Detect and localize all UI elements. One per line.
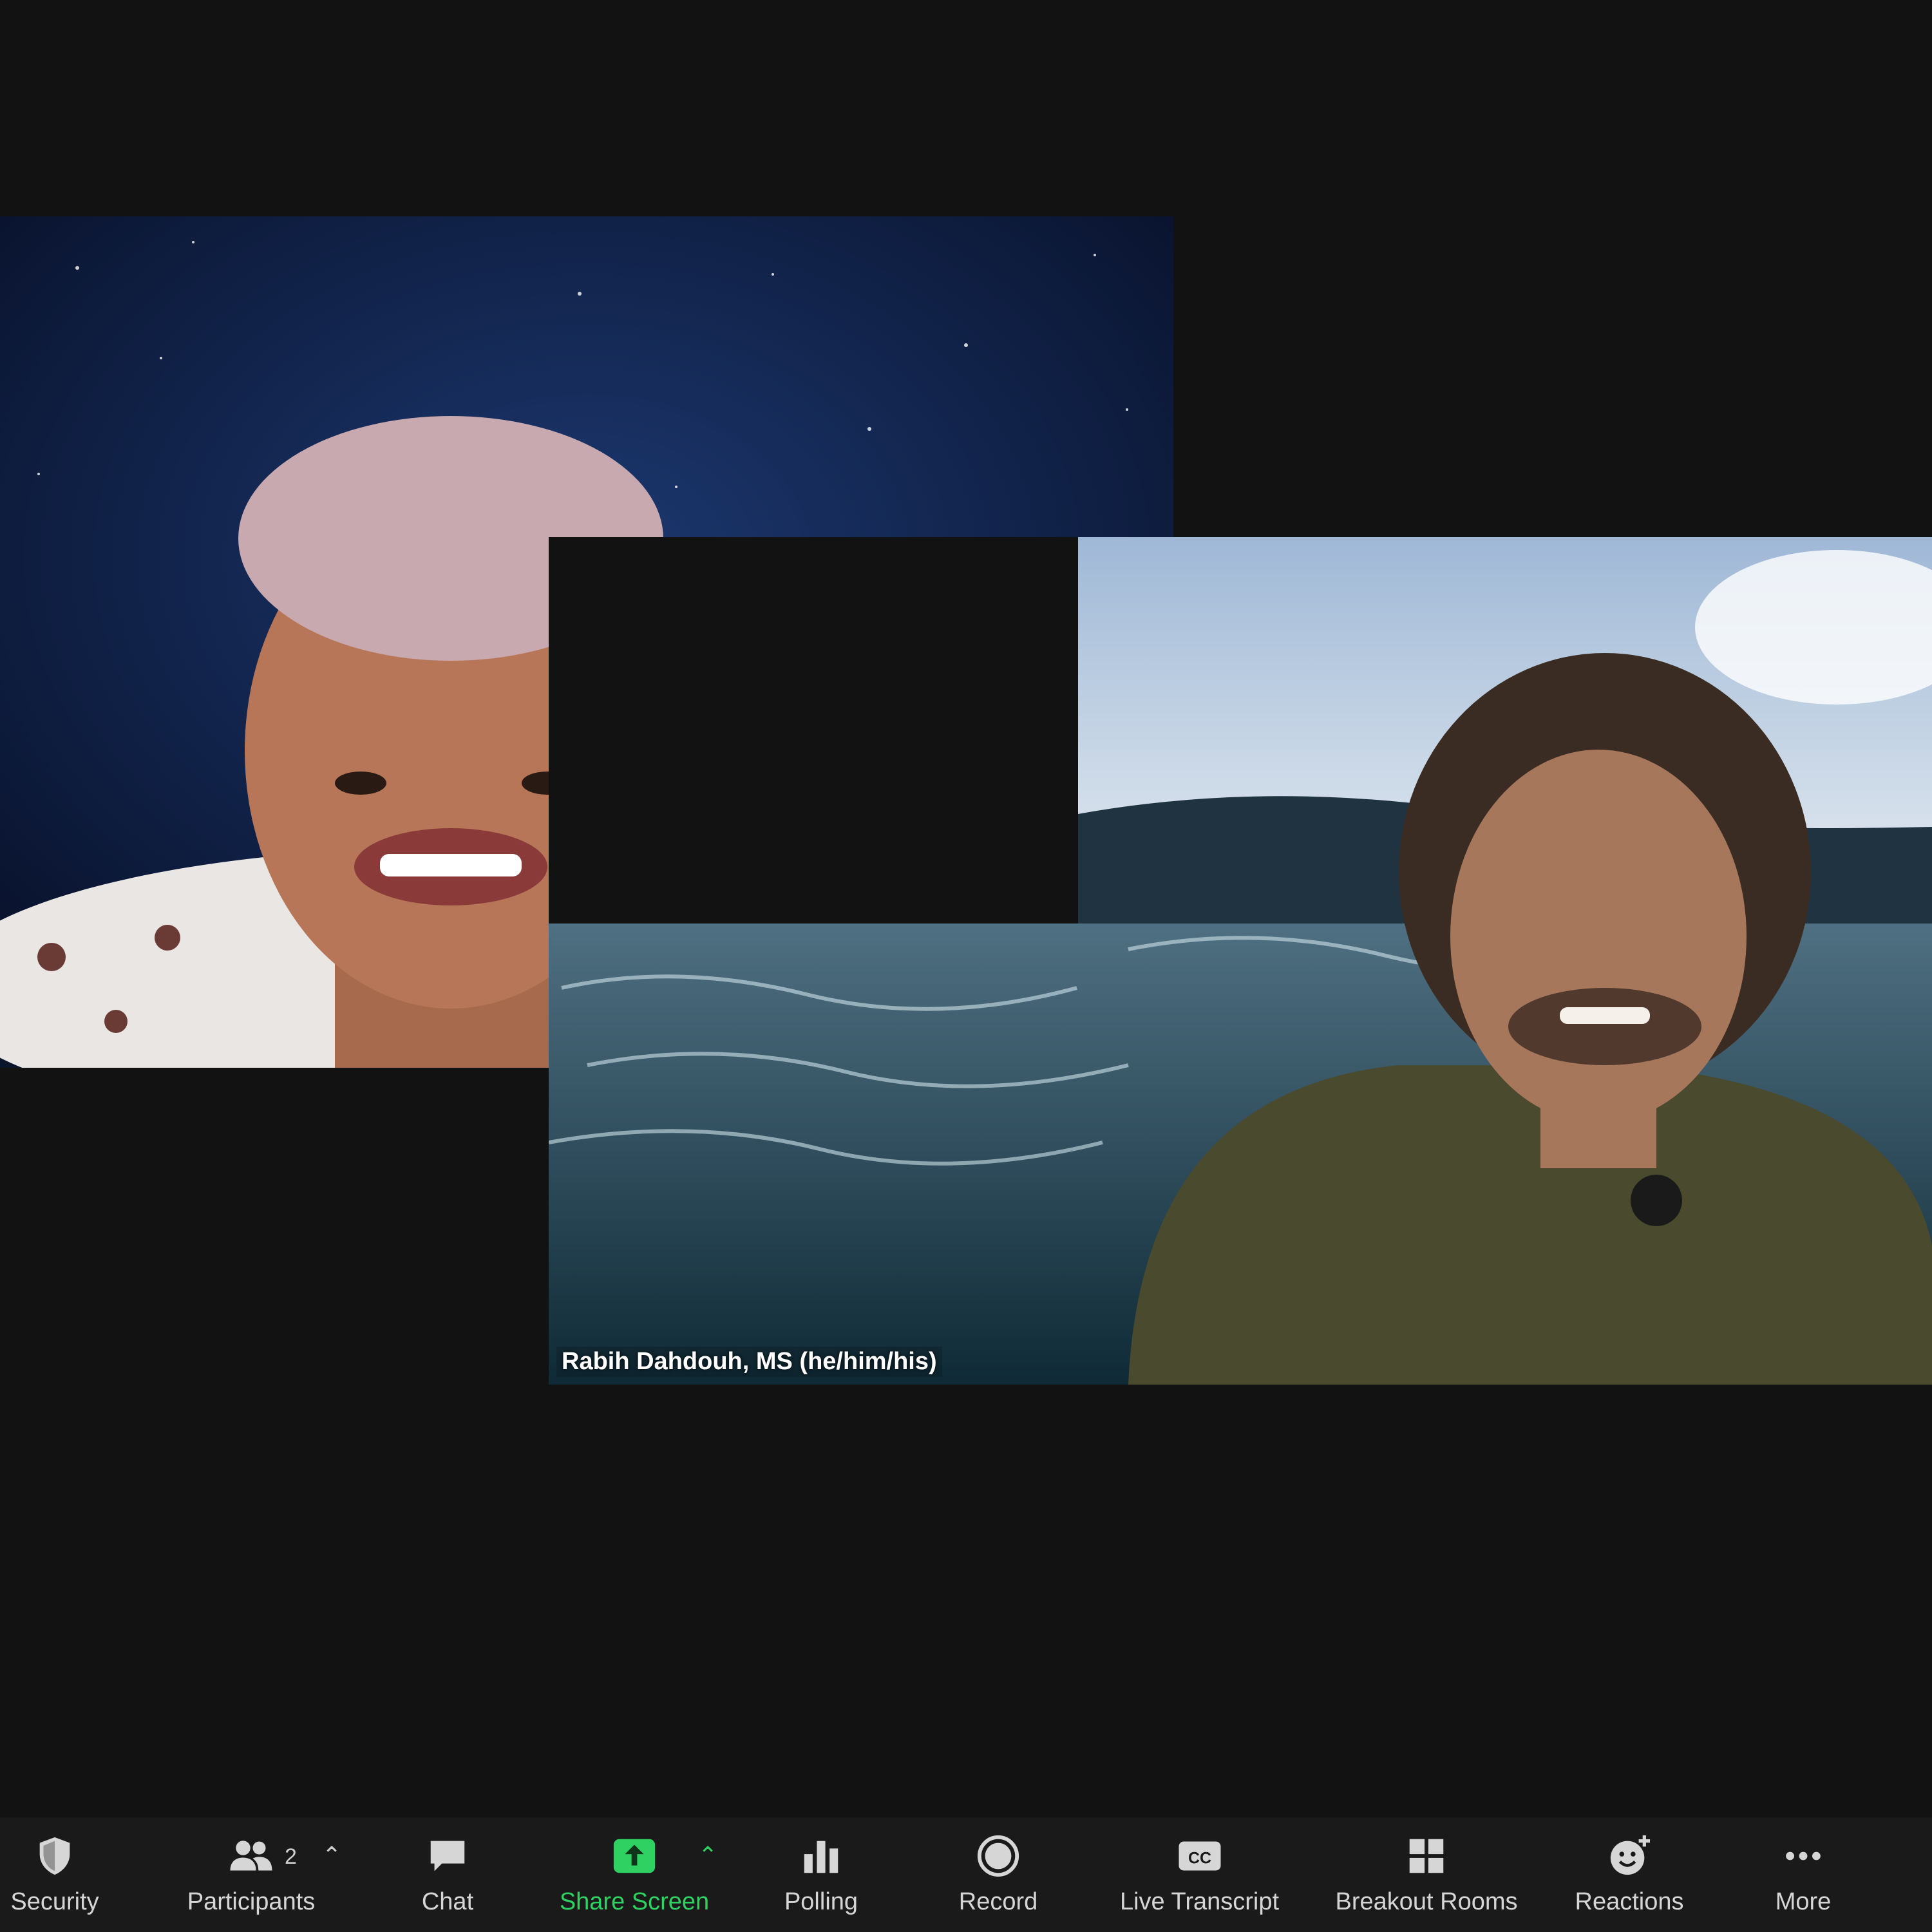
chat-label: Chat — [421, 1888, 474, 1915]
polling-label: Polling — [784, 1888, 858, 1915]
security-label: Security — [10, 1888, 99, 1915]
participants-button[interactable]: Participants — [167, 1830, 335, 1927]
participants-caret-up-icon[interactable]: ⌃ — [322, 1842, 341, 1869]
chat-button[interactable]: Chat — [399, 1830, 496, 1927]
share-screen-caret-up-icon[interactable]: ⌃ — [698, 1842, 717, 1869]
video-feed — [549, 537, 1932, 1385]
share-screen-label: Share Screen — [559, 1888, 710, 1915]
polling-button[interactable]: Polling — [770, 1830, 873, 1927]
breakout-rooms-label: Breakout Rooms — [1335, 1888, 1518, 1915]
record-label: Record — [958, 1888, 1038, 1915]
more-button[interactable]: More — [1752, 1830, 1855, 1927]
share-screen-button[interactable]: Share Screen — [547, 1830, 721, 1927]
reactions-button[interactable]: Reactions — [1565, 1830, 1694, 1927]
record-button[interactable]: Record — [947, 1830, 1050, 1927]
svg-text:CC: CC — [1188, 1849, 1211, 1867]
more-label: More — [1775, 1888, 1832, 1915]
reactions-label: Reactions — [1575, 1888, 1684, 1915]
breakout-rooms-button[interactable]: Breakout Rooms — [1323, 1830, 1530, 1927]
participant-video-tile[interactable]: Rabih Dahdouh, MS (he/him/his) — [549, 537, 1932, 1385]
emoji-plus-icon — [1604, 1830, 1655, 1882]
bar-chart-icon — [795, 1830, 847, 1882]
cc-icon: CC — [1174, 1830, 1226, 1882]
participants-label: Participants — [187, 1888, 316, 1915]
security-button[interactable]: Security — [0, 1830, 109, 1927]
participant-name-label: Rabih Dahdouh, MS (he/him/his) — [556, 1347, 942, 1377]
people-icon — [225, 1830, 277, 1882]
grid-icon — [1401, 1830, 1452, 1882]
live-transcript-label: Live Transcript — [1119, 1888, 1280, 1915]
record-icon — [972, 1830, 1024, 1882]
ellipsis-icon — [1777, 1830, 1829, 1882]
live-transcript-button[interactable]: CC Live Transcript — [1108, 1830, 1291, 1927]
share-arrow-icon — [609, 1830, 660, 1882]
participant-count: 2 — [285, 1844, 297, 1869]
meeting-toolbar: Security Participants 2 ⌃ Chat Share Scr… — [0, 1817, 1932, 1932]
chat-bubble-icon — [422, 1830, 473, 1882]
shield-icon — [29, 1830, 80, 1882]
